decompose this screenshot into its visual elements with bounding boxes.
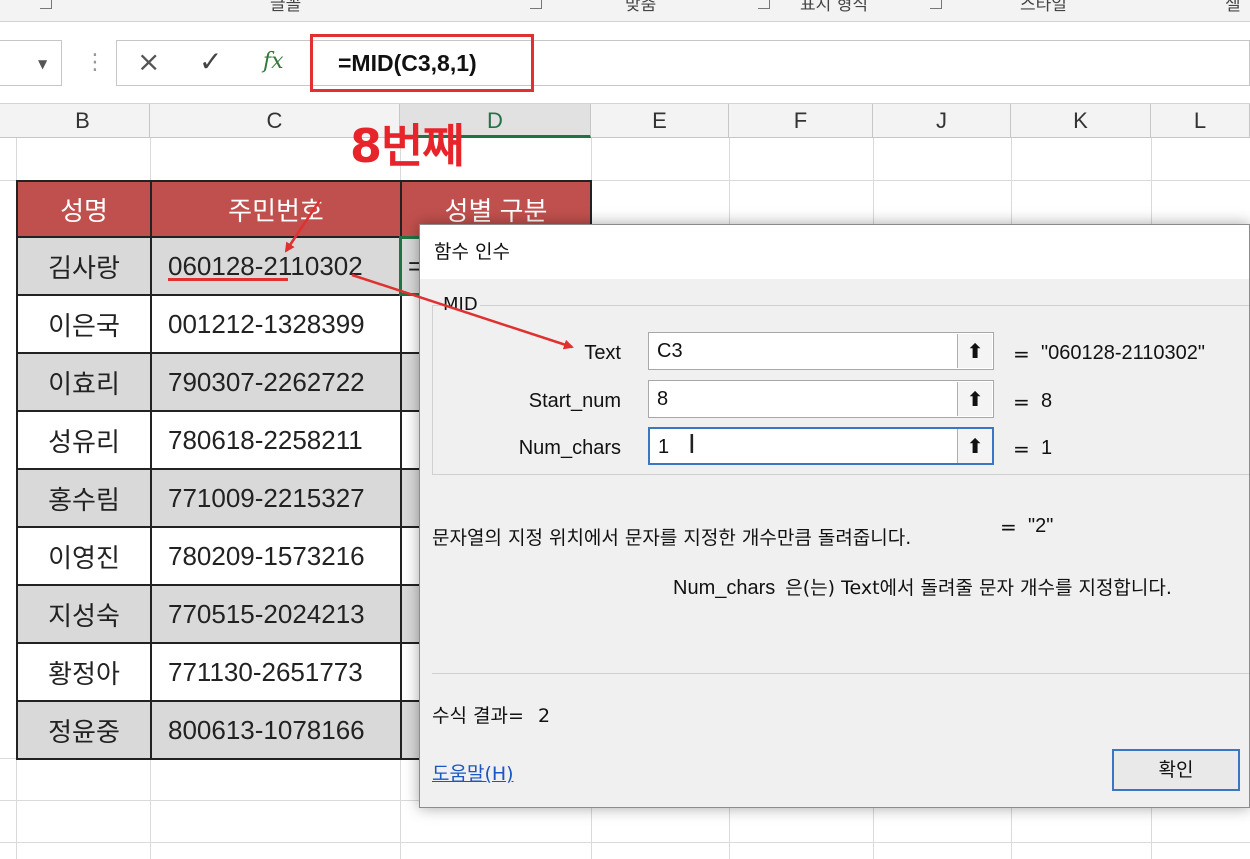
ribbon-group-number: 표시 형식	[800, 0, 868, 15]
function-name: MID	[441, 294, 480, 315]
formula-buttons: × ✓ fx	[116, 40, 312, 86]
function-group-box: MID Text C3 ⬆ = "060128-2110302" Start_n…	[432, 294, 1249, 475]
function-arguments-dialog: 함수 인수 MID Text C3 ⬆ = "060128-2110302" S…	[419, 224, 1250, 808]
column-headers: B C D E F J K L	[0, 104, 1250, 138]
alignment-launcher-icon[interactable]	[758, 0, 770, 9]
arg-input-start-num[interactable]: 8	[648, 380, 994, 418]
dialog-title: 함수 인수	[434, 241, 510, 263]
column-header-l[interactable]: L	[1151, 104, 1250, 138]
ok-button[interactable]: 확인	[1112, 749, 1240, 791]
arg-result-text: "060128-2110302"	[1041, 342, 1205, 364]
cell-name[interactable]: 정윤중	[16, 700, 152, 760]
arg-label-text: Text	[584, 342, 621, 364]
font-launcher-icon[interactable]	[530, 0, 542, 9]
insert-function-icon[interactable]: fx	[263, 49, 284, 74]
check-icon[interactable]: ✓	[199, 45, 222, 78]
arg-equals: =	[1013, 390, 1030, 414]
number-launcher-icon[interactable]	[930, 0, 942, 9]
cell-name[interactable]: 성유리	[16, 410, 152, 470]
column-header-j[interactable]: J	[873, 104, 1011, 138]
ribbon-group-styles: 스타일	[1020, 0, 1067, 15]
annotation-label: 8번째	[350, 119, 465, 173]
cell-name[interactable]: 김사랑	[16, 236, 152, 296]
argument-description-text: 은(는) Text에서 돌려줄 문자 개수를 지정합니다.	[785, 577, 1172, 599]
header-resident-number[interactable]: 주민번호	[150, 180, 402, 238]
arg-input-start-num-value: 8	[657, 388, 669, 410]
arg-result-start-num: 8	[1041, 390, 1053, 412]
argument-description-name: Num_chars	[673, 577, 776, 599]
cell-name[interactable]: 황정아	[16, 642, 152, 702]
column-header-b[interactable]: B	[16, 104, 150, 138]
ribbon-launcher-icon[interactable]	[40, 0, 52, 9]
cell-resident-number[interactable]: 790307-2262722	[150, 352, 402, 412]
cancel-icon[interactable]: ×	[137, 45, 160, 78]
dialog-divider	[432, 673, 1249, 674]
cell-resident-number[interactable]: 770515-2024213	[150, 584, 402, 644]
highlight-underline	[168, 278, 288, 281]
arg-input-num-chars-value: 1	[658, 436, 670, 458]
formula-highlight-box	[310, 34, 534, 92]
header-name[interactable]: 성명	[16, 180, 152, 238]
cell-resident-number[interactable]: 001212-1328399	[150, 294, 402, 354]
help-link[interactable]: 도움말(H)	[432, 759, 514, 786]
cell-name[interactable]: 이은국	[16, 294, 152, 354]
cell-resident-number[interactable]: 800613-1078166	[150, 700, 402, 760]
arg-equals: =	[1013, 342, 1030, 366]
column-header-k[interactable]: K	[1011, 104, 1151, 138]
arg-input-text[interactable]: C3	[648, 332, 994, 370]
cell-resident-number[interactable]: 771009-2215327	[150, 468, 402, 528]
cell-resident-number[interactable]: 771130-2651773	[150, 642, 402, 702]
dialog-body: MID Text C3 ⬆ = "060128-2110302" Start_n…	[420, 279, 1249, 807]
cell-resident-number[interactable]: 780618-2258211	[150, 410, 402, 470]
function-description: 문자열의 지정 위치에서 문자를 지정한 개수만큼 돌려줍니다.	[432, 527, 912, 549]
cell-resident-number[interactable]: 060128-2110302	[150, 236, 402, 296]
cell-name[interactable]: 이효리	[16, 352, 152, 412]
cell-name[interactable]: 이영진	[16, 526, 152, 586]
formula-result-value: 2	[537, 705, 551, 727]
arg-label-num-chars: Num_chars	[518, 437, 621, 459]
formula-result-line: 수식 결과= 2	[432, 701, 550, 728]
arg-equals: =	[1013, 437, 1030, 461]
collapse-icon[interactable]: ⬆	[957, 429, 992, 463]
grid-line	[0, 842, 1250, 843]
arg-input-text-value: C3	[657, 340, 683, 362]
chevron-down-icon[interactable]: ▼	[38, 57, 47, 71]
overall-result: "2"	[1028, 515, 1054, 537]
collapse-icon[interactable]: ⬆	[957, 382, 992, 416]
collapse-icon[interactable]: ⬆	[957, 334, 992, 368]
cell-name[interactable]: 지성숙	[16, 584, 152, 644]
argument-description: Num_chars 은(는) Text에서 돌려줄 문자 개수를 지정합니다.	[673, 573, 1172, 600]
cell-resident-number[interactable]: 780209-1573216	[150, 526, 402, 586]
arg-result-num-chars: 1	[1041, 437, 1053, 459]
text-cursor-icon: I	[688, 430, 696, 460]
formula-result-label: 수식 결과=	[432, 705, 524, 727]
ribbon-group-alignment: 맞춤	[625, 0, 657, 15]
arg-input-num-chars[interactable]: 1	[648, 427, 994, 465]
splitter-grip-icon[interactable]: ⋮	[84, 50, 106, 75]
cell-name[interactable]: 홍수림	[16, 468, 152, 528]
ribbon-group-font: 글꼴	[270, 0, 302, 15]
overall-equals: =	[1000, 515, 1017, 539]
column-header-e[interactable]: E	[591, 104, 729, 138]
ribbon-group-strip: 글꼴 맞춤 표시 형식 스타일 셀	[0, 0, 1250, 22]
arg-label-start-num: Start_num	[528, 390, 621, 412]
name-box[interactable]: ▼	[0, 40, 62, 86]
column-header-f[interactable]: F	[729, 104, 873, 138]
ribbon-group-cells: 셀	[1225, 0, 1241, 15]
formula-bar: ▼ ⋮ × ✓ fx	[0, 22, 1250, 104]
